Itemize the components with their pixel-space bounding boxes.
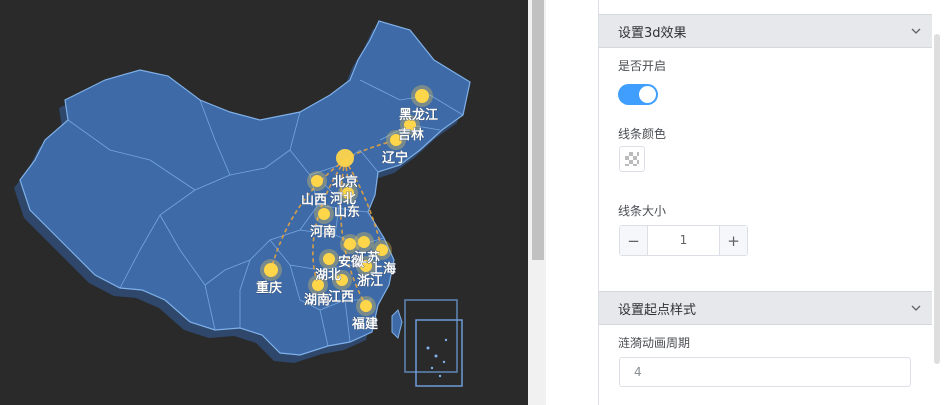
- label-liaoning: 辽宁: [382, 150, 408, 166]
- chevron-down-icon: [911, 28, 921, 34]
- label-shandong: 山东: [334, 204, 360, 220]
- increment-button[interactable]: +: [719, 226, 747, 255]
- label-heilongjiang: 黑龙江: [399, 107, 438, 123]
- section-3d-effect-header[interactable]: 设置3d效果: [599, 14, 932, 48]
- label-hunan: 湖南: [304, 292, 330, 308]
- map-scrollbar-thumb[interactable]: [532, 0, 544, 260]
- transparent-checker-icon: [625, 152, 639, 166]
- marker-heilongjiang[interactable]: [411, 85, 433, 107]
- marker-shanxi[interactable]: [307, 171, 327, 191]
- toggle-knob: [639, 86, 656, 103]
- map-canvas[interactable]: 黑龙江 吉林 辽宁 北京 山西 河北 山东 河南 安徽 江苏 上海 湖北 浙江 …: [0, 0, 528, 405]
- label-shanxi: 山西: [301, 192, 327, 208]
- label-zhejiang: 浙江: [357, 273, 383, 289]
- chevron-down-icon: [911, 305, 921, 311]
- section-3d-effect-title: 设置3d效果: [618, 25, 687, 41]
- china-map: 黑龙江 吉林 辽宁 北京 山西 河北 山东 河南 安徽 江苏 上海 湖北 浙江 …: [14, 20, 471, 387]
- enable-3d-toggle[interactable]: [618, 84, 658, 105]
- panel-scrollbar[interactable]: [934, 34, 940, 364]
- inset-frame-back: [404, 299, 458, 373]
- ripple-period-label: 涟漪动画周期: [618, 336, 691, 350]
- label-chongqing: 重庆: [256, 280, 282, 296]
- start-point-beijing[interactable]: [336, 149, 354, 167]
- marker-hubei[interactable]: [319, 249, 339, 269]
- label-henan: 河南: [310, 224, 336, 240]
- marker-fujian[interactable]: [356, 296, 376, 316]
- taiwan-outline: [391, 309, 403, 339]
- decrement-button[interactable]: −: [620, 226, 648, 255]
- label-hubei: 湖北: [315, 268, 341, 283]
- label-beijing: 北京: [332, 174, 358, 190]
- ripple-period-input[interactable]: 4: [619, 357, 911, 387]
- label-fujian: 福建: [351, 316, 378, 332]
- section-start-style-title: 设置起点样式: [618, 302, 697, 318]
- enable-label: 是否开启: [618, 59, 667, 73]
- line-size-stepper: − 1 +: [619, 225, 748, 256]
- settings-panel: 设置3d效果 是否开启 线条颜色 线条大小 − 1 + 设置起点样式 涟漪动画周…: [598, 0, 932, 405]
- label-jilin: 吉林: [398, 127, 424, 143]
- line-size-label: 线条大小: [618, 204, 667, 218]
- marker-jiangsu[interactable]: [354, 232, 374, 252]
- label-jiangxi: 江西: [328, 289, 354, 305]
- line-size-value[interactable]: 1: [648, 226, 719, 255]
- line-color-label: 线条颜色: [618, 127, 667, 141]
- line-color-picker[interactable]: [619, 146, 645, 172]
- map-land: [19, 20, 471, 356]
- marker-chongqing[interactable]: [260, 259, 282, 281]
- section-start-style-header[interactable]: 设置起点样式: [599, 291, 932, 325]
